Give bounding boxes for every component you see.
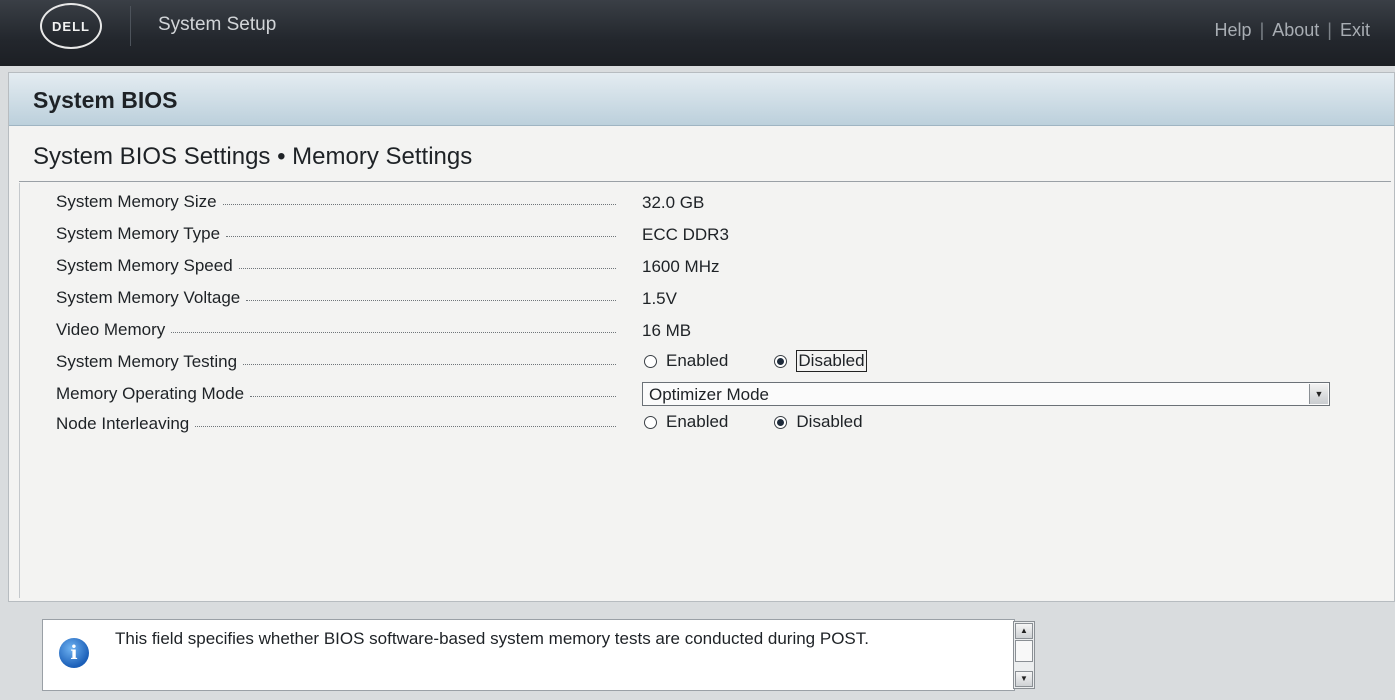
section-title: System BIOS Settings • Memory Settings <box>33 143 473 170</box>
help-scrollbar[interactable]: ▲ ▼ <box>1013 621 1035 689</box>
dotted-leader <box>246 299 616 301</box>
setting-label: System Memory Voltage <box>56 288 247 308</box>
panel-title: System BIOS <box>33 87 178 113</box>
help-link[interactable]: Help <box>1215 20 1252 41</box>
setting-label: System Memory Type <box>56 224 227 244</box>
node-interleaving-disabled-option[interactable]: Disabled <box>774 412 863 432</box>
setting-row-memory-voltage: System Memory Voltage 1.5V <box>20 283 1392 313</box>
option-label: Enabled <box>666 412 729 431</box>
node-interleaving-enabled-option[interactable]: Enabled <box>644 412 728 432</box>
memory-type-value: ECC DDR3 <box>642 225 729 244</box>
dotted-leader <box>195 425 616 427</box>
panel-header: System BIOS <box>9 73 1394 126</box>
help-text: This field specifies whether BIOS softwa… <box>115 629 869 648</box>
memory-testing-radio-group: Enabled Disabled <box>644 350 913 372</box>
top-bar: DELL System Setup Help | About | Exit <box>0 0 1395 66</box>
settings-list: System Memory Size 32.0 GB System Memory… <box>19 183 1392 598</box>
about-link[interactable]: About <box>1272 20 1319 41</box>
setting-row-memory-type: System Memory Type ECC DDR3 <box>20 219 1392 249</box>
setting-row-node-interleaving: Node Interleaving Enabled Disabled <box>20 409 1392 439</box>
scroll-up-icon[interactable]: ▲ <box>1015 623 1033 639</box>
dotted-leader <box>243 363 616 365</box>
radio-button[interactable] <box>644 354 657 368</box>
option-label: Disabled <box>796 412 863 431</box>
dotted-leader <box>250 395 616 397</box>
setting-row-memory-speed: System Memory Speed 1600 MHz <box>20 251 1392 281</box>
section-divider <box>19 181 1391 182</box>
main-panel: System BIOS System BIOS Settings • Memor… <box>8 72 1395 602</box>
memory-voltage-value: 1.5V <box>642 289 677 308</box>
option-label: Enabled <box>666 351 729 370</box>
memory-size-value: 32.0 GB <box>642 193 705 212</box>
memory-testing-enabled-option[interactable]: Enabled <box>644 350 728 372</box>
option-label-focused: Disabled <box>796 350 867 372</box>
radio-button[interactable] <box>644 415 657 429</box>
header-divider <box>130 6 131 46</box>
setting-label: Node Interleaving <box>56 414 196 434</box>
memory-speed-value: 1600 MHz <box>642 257 720 276</box>
link-separator: | <box>1259 20 1265 40</box>
dotted-leader <box>226 235 616 237</box>
dropdown-arrow-icon[interactable]: ▼ <box>1309 384 1328 404</box>
radio-button-selected[interactable] <box>774 354 788 368</box>
node-interleaving-radio-group: Enabled Disabled <box>644 412 909 432</box>
dotted-leader <box>171 331 616 333</box>
radio-button-selected[interactable] <box>774 415 788 429</box>
dell-logo: DELL <box>40 3 102 49</box>
setting-row-operating-mode: Memory Operating Mode Optimizer Mode ▼ <box>20 379 1392 409</box>
setting-label: System Memory Testing <box>56 352 244 372</box>
setting-row-memory-size: System Memory Size 32.0 GB <box>20 187 1392 217</box>
scroll-down-icon[interactable]: ▼ <box>1015 671 1033 687</box>
help-text-box: i This field specifies whether BIOS soft… <box>42 619 1015 691</box>
setting-label: Video Memory <box>56 320 172 340</box>
info-icon: i <box>59 638 89 668</box>
exit-link[interactable]: Exit <box>1340 20 1370 41</box>
dotted-leader <box>222 203 616 205</box>
setting-label: System Memory Size <box>56 192 223 212</box>
app-title: System Setup <box>158 14 277 35</box>
setting-row-memory-testing: System Memory Testing Enabled Disabled <box>20 347 1392 377</box>
operating-mode-select[interactable]: Optimizer Mode ▼ <box>642 382 1330 406</box>
setting-label: System Memory Speed <box>56 256 239 276</box>
select-value: Optimizer Mode <box>649 385 769 404</box>
link-separator: | <box>1327 20 1332 40</box>
setting-label: Memory Operating Mode <box>56 384 251 404</box>
header-links: Help | About | Exit <box>1215 20 1370 41</box>
dotted-leader <box>238 267 616 269</box>
memory-testing-disabled-option[interactable]: Disabled <box>774 350 867 372</box>
video-memory-value: 16 MB <box>642 321 692 340</box>
scroll-thumb[interactable] <box>1015 640 1033 662</box>
setting-row-video-memory: Video Memory 16 MB <box>20 315 1392 345</box>
